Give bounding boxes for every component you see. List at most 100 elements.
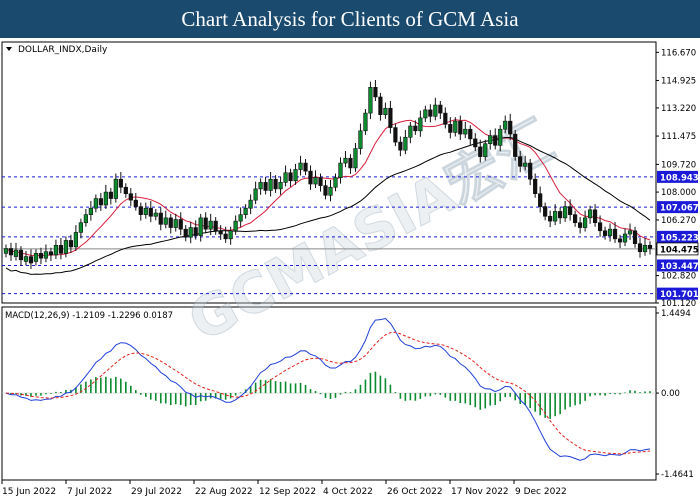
candle-body xyxy=(358,130,363,149)
candle-body xyxy=(118,178,123,188)
candle-body xyxy=(627,230,633,235)
candle-body xyxy=(18,249,24,261)
candle-body xyxy=(363,112,368,132)
candle-body xyxy=(443,112,448,125)
candle-body xyxy=(333,177,338,188)
candle-body xyxy=(473,138,478,148)
candle-body xyxy=(568,206,573,215)
candle-body xyxy=(123,186,128,194)
candle-body xyxy=(198,217,203,236)
candle-body xyxy=(493,135,498,146)
candle-body xyxy=(513,133,518,157)
candle-body xyxy=(253,188,258,201)
candle-body xyxy=(423,109,428,119)
candle-body xyxy=(612,228,618,240)
chart-svg[interactable]: GCMASIA宏汇 116.670 114.925 113.220 111.475 10… xyxy=(0,38,700,500)
candle-body xyxy=(218,230,223,235)
candle-body xyxy=(428,109,433,117)
macd-tick-label: -1.4641 xyxy=(661,470,694,480)
x-tick-label: 17 Nov 2022 xyxy=(451,487,509,497)
chart-area[interactable]: GCMASIA宏汇 116.670 114.925 113.220 111.475 10… xyxy=(0,38,700,500)
candle-body xyxy=(478,146,483,157)
candle-body xyxy=(388,107,393,128)
candle-body xyxy=(523,162,528,167)
symbol-label: DOLLAR_INDX,Daily xyxy=(18,45,108,55)
candle-body xyxy=(323,185,328,196)
x-tick-label: 12 Sep 2022 xyxy=(259,487,316,497)
candle-body xyxy=(303,162,308,172)
candle-body xyxy=(58,244,64,254)
candle-body xyxy=(368,87,373,114)
candle-body xyxy=(288,172,293,182)
candle-body xyxy=(283,172,288,183)
price-tick-label: 101.120 xyxy=(661,299,696,309)
chart-title: Chart Analysis for Clients of GCM Asia xyxy=(181,6,519,31)
candle-body xyxy=(28,256,34,264)
candle-body xyxy=(528,162,533,180)
x-tick-label: 26 Oct 2022 xyxy=(387,487,443,497)
candle-body xyxy=(373,87,378,98)
watermark-text: GCMASIA宏汇 xyxy=(178,108,564,354)
candle-body xyxy=(178,219,183,230)
candle-body xyxy=(23,256,29,262)
candle-body xyxy=(383,107,388,116)
candle-body xyxy=(353,148,358,169)
candle-body xyxy=(13,249,19,257)
candle-body xyxy=(133,199,138,207)
candle-body xyxy=(498,128,503,146)
candle-body xyxy=(538,193,543,207)
candle-body xyxy=(578,222,583,228)
candle-body xyxy=(278,182,283,190)
candle-body xyxy=(617,238,623,243)
candle-body xyxy=(348,157,353,169)
candle-body xyxy=(203,217,208,230)
candle-body xyxy=(48,251,54,256)
x-tick-label: 29 Jul 2022 xyxy=(131,487,182,497)
candle-body xyxy=(398,141,403,151)
candle-body xyxy=(8,248,14,256)
candle-body xyxy=(233,220,238,232)
candle-body xyxy=(468,128,473,140)
candle-body xyxy=(298,162,303,170)
chart-title-banner: Chart Analysis for Clients of GCM Asia xyxy=(0,0,700,38)
candle-body xyxy=(113,178,118,199)
candle-body xyxy=(163,217,168,225)
candle-body xyxy=(223,233,228,240)
symbol-dropdown-icon xyxy=(6,47,12,51)
candle-body xyxy=(53,244,59,256)
candle-body xyxy=(458,120,463,135)
candle-body xyxy=(228,230,233,240)
candle-body xyxy=(448,124,453,133)
candle-body xyxy=(148,207,153,217)
candle-body xyxy=(548,215,553,222)
candle-body xyxy=(503,120,508,130)
x-tick-label: 22 Aug 2022 xyxy=(195,487,253,497)
candle-body xyxy=(158,212,163,225)
candle-body xyxy=(563,206,568,219)
candle-body xyxy=(483,143,488,157)
candle-body xyxy=(413,125,418,132)
candle-body xyxy=(602,230,608,236)
candle-body xyxy=(543,206,548,217)
candle-body xyxy=(33,253,39,262)
candle-body xyxy=(622,233,628,243)
candle-body xyxy=(403,136,408,151)
macd-tick-label: 1.4494 xyxy=(661,309,691,319)
macd-tick-label: 0.00 xyxy=(661,389,680,399)
level-label-text: 103.447 xyxy=(660,262,699,272)
candle-body xyxy=(153,212,158,217)
candle-body xyxy=(642,244,648,253)
candle-body xyxy=(488,135,493,145)
candle-body xyxy=(183,228,188,238)
level-label-text: 108.943 xyxy=(660,173,699,183)
candle-body xyxy=(273,178,278,190)
candle-body xyxy=(88,207,93,215)
candle-body xyxy=(43,251,49,259)
price-tick-label: 102.820 xyxy=(661,272,696,282)
candle-body xyxy=(408,125,413,138)
candle-body xyxy=(98,198,103,206)
candle-body xyxy=(433,104,438,117)
level-label-text: 105.223 xyxy=(660,233,699,243)
candle-body xyxy=(632,230,638,244)
candle-body xyxy=(558,211,563,219)
